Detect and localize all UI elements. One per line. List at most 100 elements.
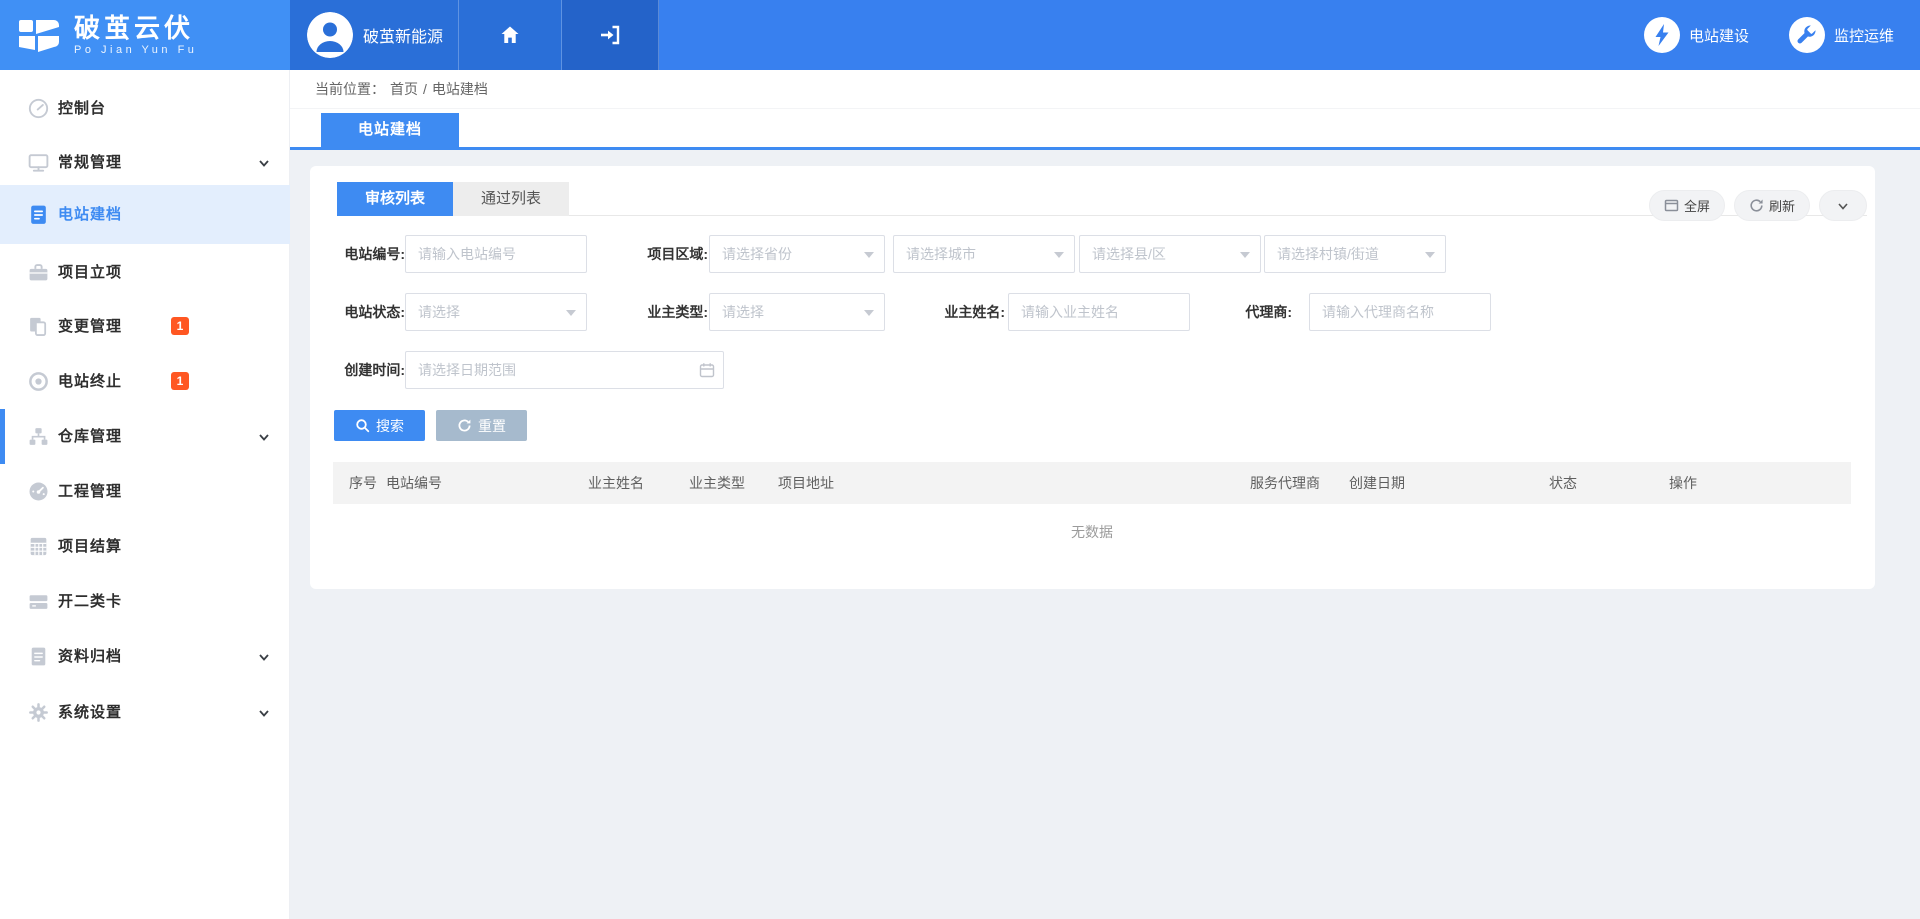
caret-down-icon <box>864 252 874 258</box>
town-select[interactable]: 请选择村镇/街道 <box>1264 235 1446 273</box>
agent-input[interactable] <box>1309 293 1491 331</box>
col-create-date: 创建日期 <box>1349 462 1405 504</box>
sidebar-item-engineering-mgmt[interactable]: 工程管理 <box>0 464 290 519</box>
chevron-down-icon <box>1836 199 1850 213</box>
app-logo-area: 破茧云伏 Po Jian Yun Fu <box>0 0 290 70</box>
module-monitoring-ops[interactable]: 监控运维 <box>1789 17 1894 53</box>
brand-logo-icon <box>16 12 62 58</box>
logout-button[interactable] <box>562 0 659 70</box>
fullscreen-button[interactable]: 全屏 <box>1649 190 1725 221</box>
caret-down-icon <box>566 310 576 316</box>
breadcrumb: 当前位置： 首页 / 电站建档 <box>290 70 1920 109</box>
briefcase-icon <box>27 261 50 284</box>
empty-state-text: 无数据 <box>333 522 1851 542</box>
col-agent: 服务代理商 <box>1250 462 1320 504</box>
sidebar-item-dashboard[interactable]: 控制台 <box>0 81 290 136</box>
breadcrumb-separator: / <box>423 81 427 97</box>
lightning-icon <box>1644 17 1680 53</box>
chevron-down-icon <box>258 157 270 169</box>
date-range-input[interactable] <box>405 351 724 389</box>
tab-review-list[interactable]: 审核列表 <box>337 182 453 216</box>
module-label: 监控运维 <box>1834 25 1894 46</box>
chevron-down-icon <box>258 431 270 443</box>
col-station-no: 电站编号 <box>386 462 442 504</box>
wrench-icon <box>1789 17 1825 53</box>
sidebar-item-data-archive[interactable]: 资料归档 <box>0 629 290 684</box>
gauge-icon <box>27 480 50 503</box>
avatar <box>307 12 353 58</box>
company-name: 破茧新能源 <box>363 23 443 47</box>
col-actions: 操作 <box>1669 462 1697 504</box>
collapse-toolbar-button[interactable] <box>1819 190 1867 221</box>
owner-name-input[interactable] <box>1008 293 1190 331</box>
chevron-down-icon <box>258 651 270 663</box>
caret-down-icon <box>1240 252 1250 258</box>
sidebar-item-open-class2-card[interactable]: 开二类卡 <box>0 574 290 629</box>
top-header: 破茧新能源 电站建设 <box>290 0 1920 70</box>
station-no-input[interactable] <box>405 235 587 273</box>
refresh-icon <box>1749 198 1764 213</box>
card-toolbar: 全屏 刷新 <box>1640 190 1867 221</box>
sidebar-item-station-filing[interactable]: 电站建档 <box>0 185 290 244</box>
caret-down-icon <box>864 310 874 316</box>
home-button[interactable] <box>459 0 562 70</box>
sidebar-item-project-settlement[interactable]: 项目结算 <box>0 519 290 574</box>
station-no-label: 电站编号: <box>330 235 405 273</box>
sidebar-item-system-settings[interactable]: 系统设置 <box>0 685 290 740</box>
table-header: 序号 电站编号 业主姓名 业主类型 项目地址 服务代理商 创建日期 状态 操作 <box>333 462 1851 504</box>
sidebar-item-station-termination[interactable]: 电站终止 1 <box>0 354 290 409</box>
sidebar-item-change-mgmt[interactable]: 变更管理 1 <box>0 299 290 354</box>
sidebar: 控制台 常规管理 电站建档 项目立项 变更管理 1 <box>0 70 290 919</box>
user-company[interactable]: 破茧新能源 <box>290 0 459 70</box>
province-select[interactable]: 请选择省份 <box>709 235 885 273</box>
breadcrumb-home[interactable]: 首页 <box>390 79 418 99</box>
refresh-button[interactable]: 刷新 <box>1734 190 1810 221</box>
city-select[interactable]: 请选择城市 <box>893 235 1075 273</box>
search-icon <box>355 418 370 433</box>
page-tab-station-filing[interactable]: 电站建档 <box>321 113 459 147</box>
station-status-select[interactable]: 请选择 <box>405 293 587 331</box>
sitemap-icon <box>27 425 50 448</box>
list-tabs: 审核列表 通过列表 <box>337 182 1867 216</box>
caret-down-icon <box>1054 252 1064 258</box>
tab-passed-list[interactable]: 通过列表 <box>453 182 569 216</box>
dashboard-icon <box>27 97 50 120</box>
badge-count: 1 <box>171 317 189 335</box>
owner-name-label: 业主姓名: <box>925 293 1005 331</box>
breadcrumb-prefix: 当前位置： <box>315 79 385 99</box>
gear-icon <box>27 701 50 724</box>
fullscreen-icon <box>1664 198 1679 213</box>
brand-subtitle: Po Jian Yun Fu <box>74 44 197 56</box>
calculator-icon <box>27 535 50 558</box>
create-time-label: 创建时间: <box>330 351 405 389</box>
target-icon <box>27 370 50 393</box>
breadcrumb-current: 电站建档 <box>432 79 488 99</box>
exit-arrow-icon <box>597 22 623 48</box>
owner-type-select[interactable]: 请选择 <box>709 293 885 331</box>
badge-count: 1 <box>171 372 189 390</box>
county-select[interactable]: 请选择县/区 <box>1079 235 1261 273</box>
agent-label: 代理商: <box>1210 293 1292 331</box>
reset-refresh-icon <box>457 418 472 433</box>
owner-type-label: 业主类型: <box>630 293 708 331</box>
col-seq: 序号 <box>349 462 377 504</box>
station-status-label: 电站状态: <box>330 293 405 331</box>
brand-title: 破茧云伏 <box>74 14 197 42</box>
module-label: 电站建设 <box>1689 25 1749 46</box>
search-button[interactable]: 搜索 <box>334 410 425 441</box>
sidebar-item-general-mgmt[interactable]: 常规管理 <box>0 135 290 190</box>
col-address: 项目地址 <box>778 462 834 504</box>
bank-card-icon <box>27 590 50 613</box>
monitor-icon <box>27 151 50 174</box>
archive-file-icon <box>27 645 50 668</box>
col-owner-type: 业主类型 <box>689 462 745 504</box>
copy-files-icon <box>27 315 50 338</box>
module-station-construction[interactable]: 电站建设 <box>1644 17 1749 53</box>
home-icon <box>498 23 522 47</box>
sidebar-item-project-initiation[interactable]: 项目立项 <box>0 245 290 300</box>
caret-down-icon <box>1425 252 1435 258</box>
reset-button[interactable]: 重置 <box>436 410 527 441</box>
content-card: 审核列表 通过列表 全屏 刷新 电站编号: 项目区域: 请选择省份 <box>310 166 1875 589</box>
document-icon <box>27 203 50 226</box>
sidebar-item-warehouse-mgmt[interactable]: 仓库管理 <box>0 409 290 464</box>
